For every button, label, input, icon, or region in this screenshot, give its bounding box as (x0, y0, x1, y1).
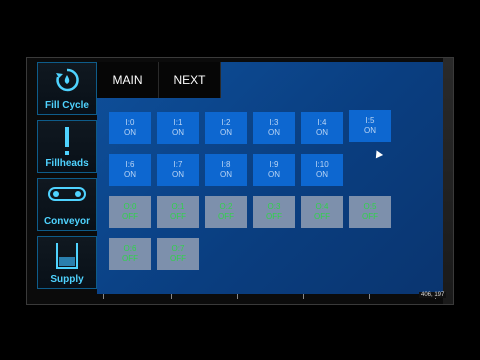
output-cell[interactable]: O:0 OFF (109, 196, 151, 228)
output-cell[interactable]: O:4 OFF (301, 196, 343, 228)
io-id: I:5 (365, 116, 375, 125)
output-cell[interactable]: O:1 OFF (157, 196, 199, 228)
input-cell[interactable]: I:8 ON (205, 154, 247, 186)
right-scrollbar[interactable] (443, 58, 453, 304)
io-state: ON (220, 128, 232, 137)
io-id: I:7 (173, 160, 183, 169)
sidebar-item-fill-cycle[interactable]: Fill Cycle (37, 62, 97, 115)
io-state: ON (364, 126, 376, 135)
sidebar-item-label: Conveyor (43, 216, 91, 227)
io-state: ON (172, 170, 184, 179)
io-id: O:1 (171, 202, 185, 211)
output-cell[interactable]: O:2 OFF (205, 196, 247, 228)
input-cell[interactable]: I:10 ON (301, 154, 343, 186)
io-id: I:2 (221, 118, 231, 127)
sidebar-item-fillheads[interactable]: Fillheads (37, 120, 97, 173)
input-cell[interactable]: I:4 ON (301, 112, 343, 144)
io-id: I:1 (173, 118, 183, 127)
scale-tick (237, 294, 238, 299)
main-button[interactable]: MAIN (97, 62, 159, 98)
tank-icon (56, 243, 78, 269)
io-state: OFF (170, 212, 186, 221)
input-cell[interactable]: I:6 ON (109, 154, 151, 186)
refresh-drop-icon (56, 68, 79, 92)
io-id: O:4 (315, 202, 329, 211)
next-button[interactable]: NEXT (159, 62, 221, 98)
io-state: ON (220, 170, 232, 179)
hmi-frame: Fill Cycle Fillheads Conveyor Supply MAI… (26, 57, 454, 305)
conveyor-belt-icon (48, 187, 86, 201)
io-state: OFF (362, 212, 378, 221)
io-state: OFF (266, 212, 282, 221)
scale-tick (369, 294, 370, 299)
cursor-coordinates: 406, 197 (419, 292, 447, 298)
exclamation-icon (65, 127, 69, 155)
output-cell[interactable]: O:3 OFF (253, 196, 295, 228)
sidebar-item-label: Supply (50, 274, 84, 285)
io-state: OFF (122, 212, 138, 221)
sidebar-item-label: Fill Cycle (45, 100, 89, 111)
io-id: I:9 (269, 160, 279, 169)
sidebar: Fill Cycle Fillheads Conveyor Supply (37, 62, 97, 289)
io-state: ON (124, 170, 136, 179)
io-state: OFF (122, 254, 138, 263)
io-id: O:2 (219, 202, 233, 211)
io-state: ON (316, 170, 328, 179)
io-state: ON (124, 128, 136, 137)
io-id: O:0 (123, 202, 137, 211)
scale-tick (303, 294, 304, 299)
scale-tick (171, 294, 172, 299)
io-state: OFF (218, 212, 234, 221)
io-state: ON (316, 128, 328, 137)
io-state: OFF (170, 254, 186, 263)
output-cell[interactable]: O:5 OFF (349, 196, 391, 228)
io-id: I:10 (315, 160, 329, 169)
input-cell[interactable]: I:3 ON (253, 112, 295, 144)
io-id: I:4 (317, 118, 327, 127)
io-status-panel: MAIN NEXT I:0 ON I:1 ON I:2 ON I:3 ON I:4 ON … (97, 62, 443, 294)
io-id: I:3 (269, 118, 279, 127)
sidebar-item-supply[interactable]: Supply (37, 236, 97, 289)
input-cell[interactable]: I:2 ON (205, 112, 247, 144)
io-state: ON (172, 128, 184, 137)
io-id: O:3 (267, 202, 281, 211)
io-state: ON (268, 170, 280, 179)
bottom-scale (97, 294, 443, 300)
io-state: ON (268, 128, 280, 137)
sidebar-item-conveyor[interactable]: Conveyor (37, 178, 97, 231)
top-navigation: MAIN NEXT (97, 62, 221, 98)
io-id: I:6 (125, 160, 135, 169)
input-cell[interactable]: I:7 ON (157, 154, 199, 186)
io-id: O:5 (363, 202, 377, 211)
io-id: O:7 (171, 244, 185, 253)
scale-tick (103, 294, 104, 299)
input-cell[interactable]: I:0 ON (109, 112, 151, 144)
output-cell[interactable]: O:6 OFF (109, 238, 151, 270)
input-cell[interactable]: I:5 ON (349, 110, 391, 142)
input-cell[interactable]: I:9 ON (253, 154, 295, 186)
sidebar-item-label: Fillheads (45, 158, 89, 169)
io-state: OFF (314, 212, 330, 221)
io-id: I:8 (221, 160, 231, 169)
input-cell[interactable]: I:1 ON (157, 112, 199, 144)
io-id: I:0 (125, 118, 135, 127)
output-cell[interactable]: O:7 OFF (157, 238, 199, 270)
io-id: O:6 (123, 244, 137, 253)
